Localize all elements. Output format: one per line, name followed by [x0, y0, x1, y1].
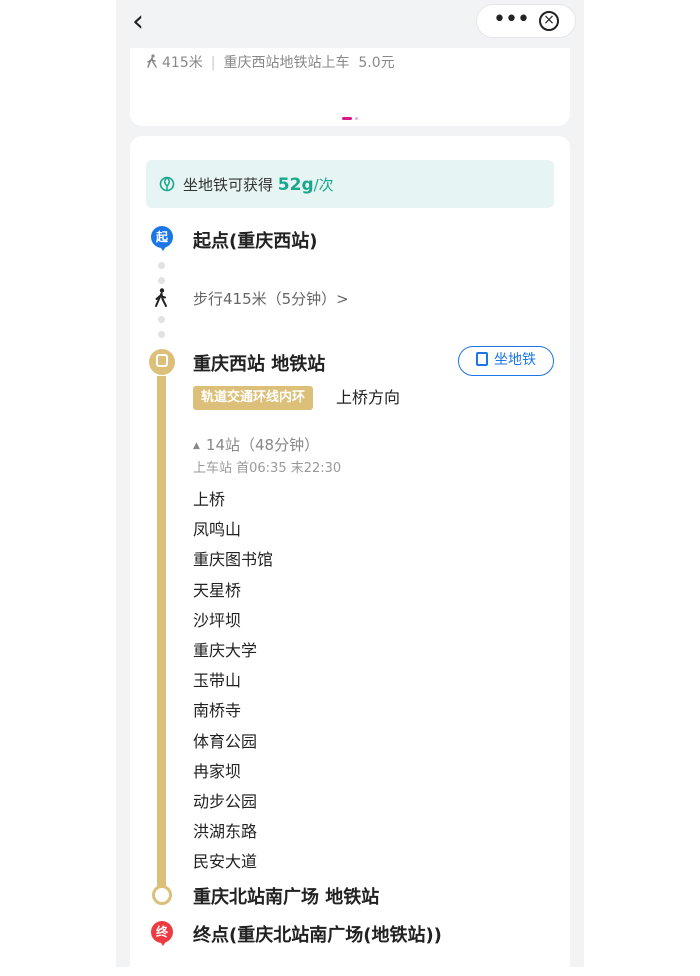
take-metro-button[interactable]: 坐地铁 [458, 346, 554, 376]
stop-item: 民安大道 [193, 852, 258, 872]
carbon-saving-label: 坐地铁可获得 [183, 176, 274, 194]
metro-line-tag: 轨道交通环线内环 [193, 386, 314, 410]
route-summary-card[interactable]: 415米 | 重庆西站地铁站上车 5.0元 [130, 48, 570, 126]
close-circle-icon[interactable]: × [539, 11, 559, 31]
page-indicator [342, 108, 361, 127]
take-metro-label: 坐地铁 [494, 352, 536, 368]
path-dot [158, 262, 165, 269]
metro-train-icon-body [156, 354, 168, 367]
destination-label: 终点(重庆北站南广场(地铁站)) [193, 925, 442, 946]
mini-program-capsule: ••• × [476, 4, 576, 38]
alight-station: 重庆北站南广场 地铁站 [193, 887, 380, 908]
stop-item: 凤鸣山 [193, 520, 242, 540]
carbon-saving-banner: 坐地铁可获得 52g/次 [146, 160, 554, 208]
route-detail-card: 坐地铁可获得 52g/次 起 起点(重庆西站) 步行415米（5分钟）> 重庆西… [130, 136, 570, 976]
path-dot [158, 277, 165, 284]
collapse-triangle-icon: ▲ [193, 441, 200, 451]
boarding-info: 重庆西站地铁站上车 [223, 55, 350, 71]
origin-marker-pin [159, 245, 167, 251]
walking-person-icon [147, 54, 157, 68]
schedule-info: 上车站 首06:35 末22:30 [193, 461, 342, 476]
stop-item: 冉家坝 [193, 761, 242, 781]
stop-item: 沙坪坝 [193, 610, 242, 630]
stops-summary: 14站（48分钟） [205, 436, 320, 454]
stops-toggle[interactable]: ▲ 14站（48分钟） [193, 434, 319, 455]
leaf-icon [159, 176, 175, 192]
divider: | [210, 55, 216, 71]
destination-marker-pin [159, 940, 167, 946]
stop-item: 上桥 [193, 490, 226, 509]
intermediate-stops-list: 上桥 凤鸣山 重庆图书馆 天星桥 沙坪坝 重庆大学 玉带山 南桥寺 体育公园 冉… [193, 485, 273, 877]
more-dots-icon[interactable]: ••• [493, 5, 530, 37]
stop-item: 重庆大学 [193, 640, 258, 660]
carbon-saving-unit: /次 [313, 176, 334, 194]
stop-item: 天星桥 [193, 580, 242, 600]
back-chevron-icon[interactable]: ‹ [132, 7, 156, 37]
walk-distance: 415米 [162, 55, 203, 71]
stop-item: 洪湖东路 [193, 822, 258, 842]
origin-label: 起点(重庆西站) [193, 231, 318, 252]
alight-station-marker [152, 885, 172, 905]
metro-train-icon [149, 349, 175, 375]
path-dot [158, 331, 165, 338]
page-dot [355, 117, 358, 120]
stop-item: 体育公园 [193, 731, 258, 751]
boarding-station: 重庆西站 地铁站 [193, 354, 326, 375]
path-dot [158, 316, 165, 323]
stop-item: 南桥寺 [193, 701, 242, 721]
walk-step-link[interactable]: 步行415米（5分钟）> [193, 288, 349, 309]
metro-icon [476, 352, 488, 366]
stop-item: 动步公园 [193, 791, 258, 811]
fare: 5.0元 [358, 55, 395, 71]
carbon-saving-text: 坐地铁可获得 52g/次 [183, 174, 334, 195]
direction-label: 上桥方向 [336, 388, 401, 407]
stop-item: 玉带山 [193, 671, 242, 691]
metro-route-line [157, 376, 166, 894]
page-dot-active [342, 117, 352, 120]
carbon-saving-value: 52g [277, 175, 314, 195]
route-summary-line: 415米 | 重庆西站地铁站上车 5.0元 [146, 52, 395, 72]
walking-person-icon [155, 288, 167, 307]
stop-item: 重庆图书馆 [193, 550, 274, 570]
